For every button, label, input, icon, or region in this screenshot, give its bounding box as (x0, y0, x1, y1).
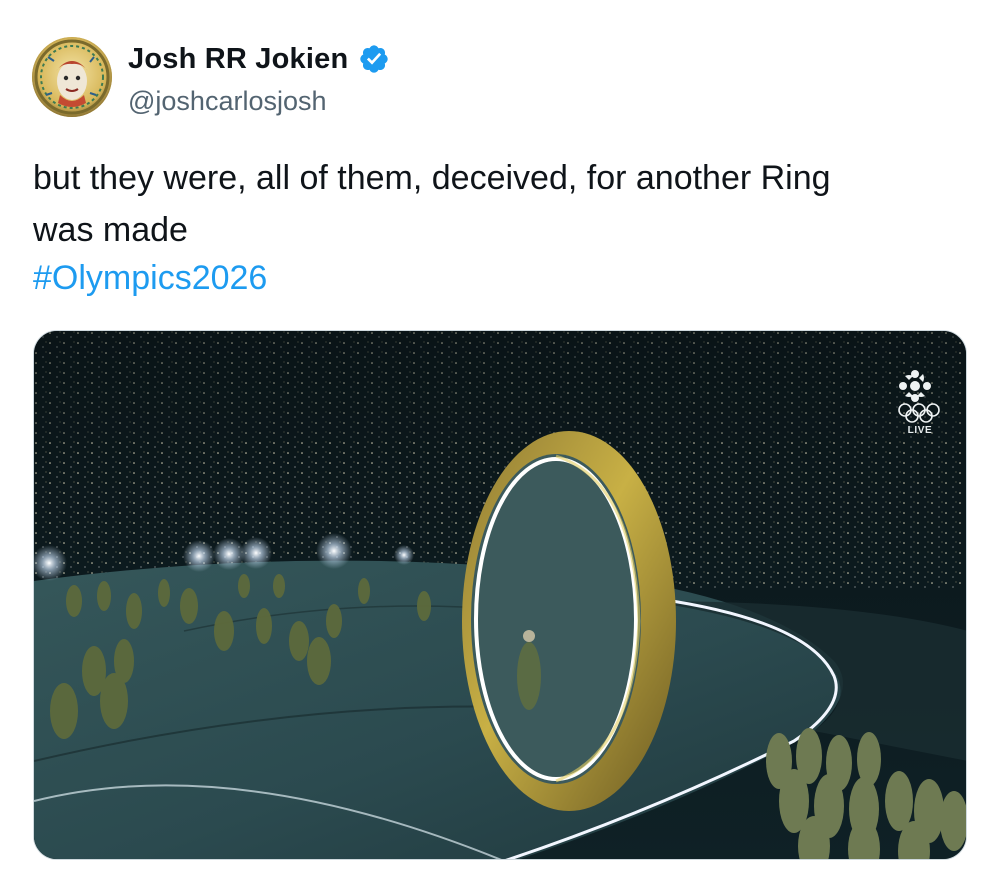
broadcast-overlay: LIVE (896, 369, 944, 436)
giant-ring (462, 431, 676, 811)
author-handle[interactable]: @joshcarlosjosh (128, 86, 327, 117)
media-image[interactable]: LIVE (33, 330, 967, 860)
olympic-rings-icon (898, 403, 940, 423)
avatar[interactable] (32, 37, 112, 117)
post-text-line: but they were, all of them, deceived, fo… (33, 159, 831, 197)
post-text-line: was made (33, 211, 188, 249)
display-name[interactable]: Josh RR Jokien (128, 43, 348, 76)
hashtag-link[interactable]: #Olympics2026 (33, 255, 267, 301)
verified-badge-icon (360, 45, 389, 73)
post-text: but they were, all of them, deceived, fo… (33, 152, 973, 256)
author-name-row: Josh RR Jokien (128, 41, 390, 77)
live-label: LIVE (907, 425, 933, 436)
cbc-gem-icon (899, 370, 931, 402)
tweet-card: Josh RR Jokien @joshcarlosjosh but they … (0, 0, 1000, 894)
ceremony-scene (34, 331, 966, 859)
